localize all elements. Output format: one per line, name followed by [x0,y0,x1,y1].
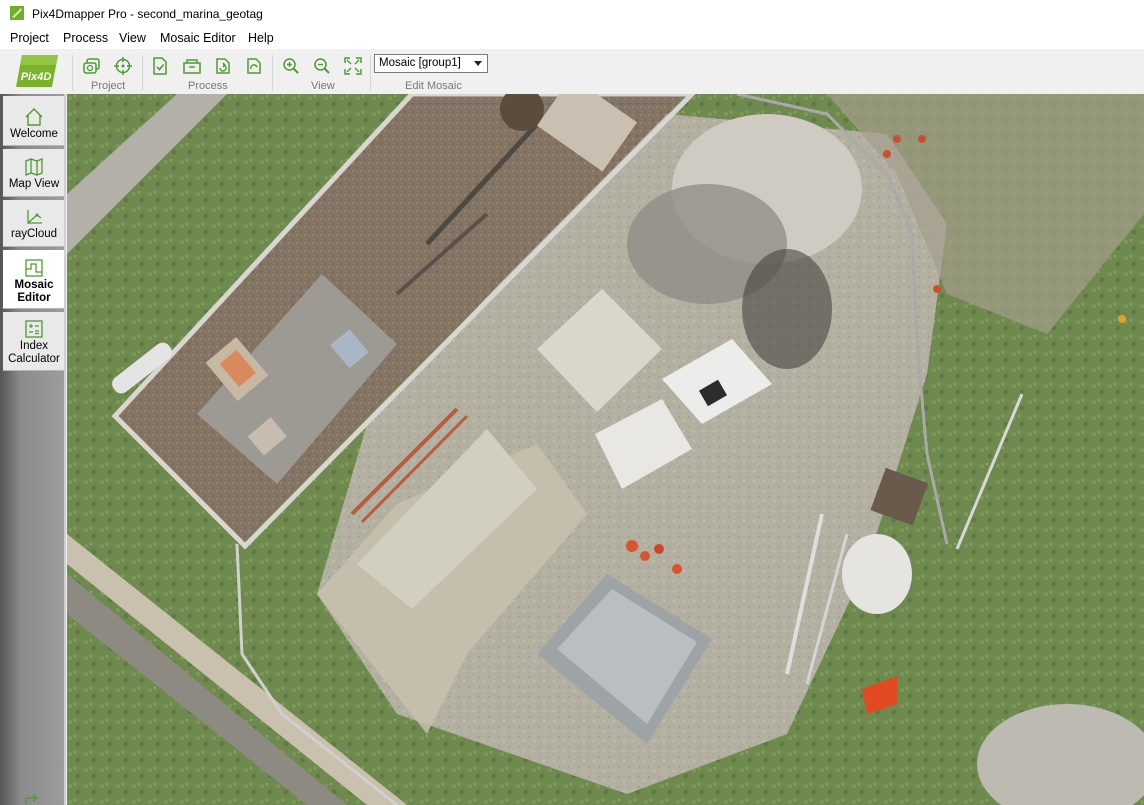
toolbar-separator [272,55,273,91]
toolbar-separator [142,55,143,91]
sidebar-item-label: Map View [8,178,60,190]
index-calculator-icon [25,320,43,338]
sidebar-item-index-calculator[interactable]: Index Calculator [3,312,65,371]
map-icon [25,158,43,176]
menu-view[interactable]: View [119,31,146,45]
menu-project[interactable]: Project [10,31,49,45]
orthomosaic-image [67,94,1144,805]
sidebar-item-label: rayCloud [10,228,58,240]
sidebar-item-label: Mosaic Editor [14,279,54,304]
zoom-in-icon[interactable] [281,56,301,76]
title-bar: Pix4Dmapper Pro - second_marina_geotag [0,0,1144,28]
group-label-project: Project [91,80,126,92]
mosaic-select[interactable]: Mosaic [group1] [374,54,488,73]
toolbar: Pix4D Project Process View Mosaic [group… [0,49,1144,95]
menu-process[interactable]: Process [63,31,108,45]
menu-help[interactable]: Help [248,31,274,45]
group-label-edit-mosaic: Edit Mosaic [405,80,462,92]
sidebar-item-welcome[interactable]: Welcome [3,96,65,146]
open-folder-icon[interactable] [182,56,202,76]
images-icon[interactable] [82,56,102,76]
group-label-view: View [311,80,335,92]
logo-text: Pix4D [21,71,52,83]
sidebar-item-mosaic-editor[interactable]: Mosaic Editor [3,250,65,309]
toolbar-separator [72,55,73,91]
rematch-icon[interactable] [244,56,264,76]
sidebar-item-raycloud[interactable]: rayCloud [3,200,65,247]
mosaic-editor-icon [25,259,43,277]
menu-mosaic-editor[interactable]: Mosaic Editor [160,31,236,45]
expand-sidebar-icon[interactable] [24,794,42,805]
mosaic-select-value: Mosaic [group1] [379,57,461,69]
gcp-target-icon[interactable] [113,56,133,76]
group-label-process: Process [188,80,228,92]
mosaic-view[interactable] [67,94,1144,805]
home-icon [25,108,43,126]
toolbar-separator [370,55,371,91]
processing-check-icon[interactable] [150,56,170,76]
app-logo-icon [10,6,24,20]
sidebar: Welcome Map View rayCloud Mosaic Editor … [0,94,66,805]
menu-bar: Project Process View Mosaic Editor Help [0,28,1144,49]
sidebar-item-label: Welcome [10,128,58,140]
sidebar-item-label: Index Calculator [8,340,60,365]
window-title: Pix4Dmapper Pro - second_marina_geotag [32,7,263,21]
zoom-out-icon[interactable] [312,56,332,76]
chevron-down-icon [474,61,482,66]
reoptimize-icon[interactable] [213,56,233,76]
raycloud-icon [27,210,42,224]
zoom-fit-icon[interactable] [343,56,363,76]
pix4d-logo: Pix4D [16,55,58,87]
sidebar-item-map-view[interactable]: Map View [3,149,65,197]
